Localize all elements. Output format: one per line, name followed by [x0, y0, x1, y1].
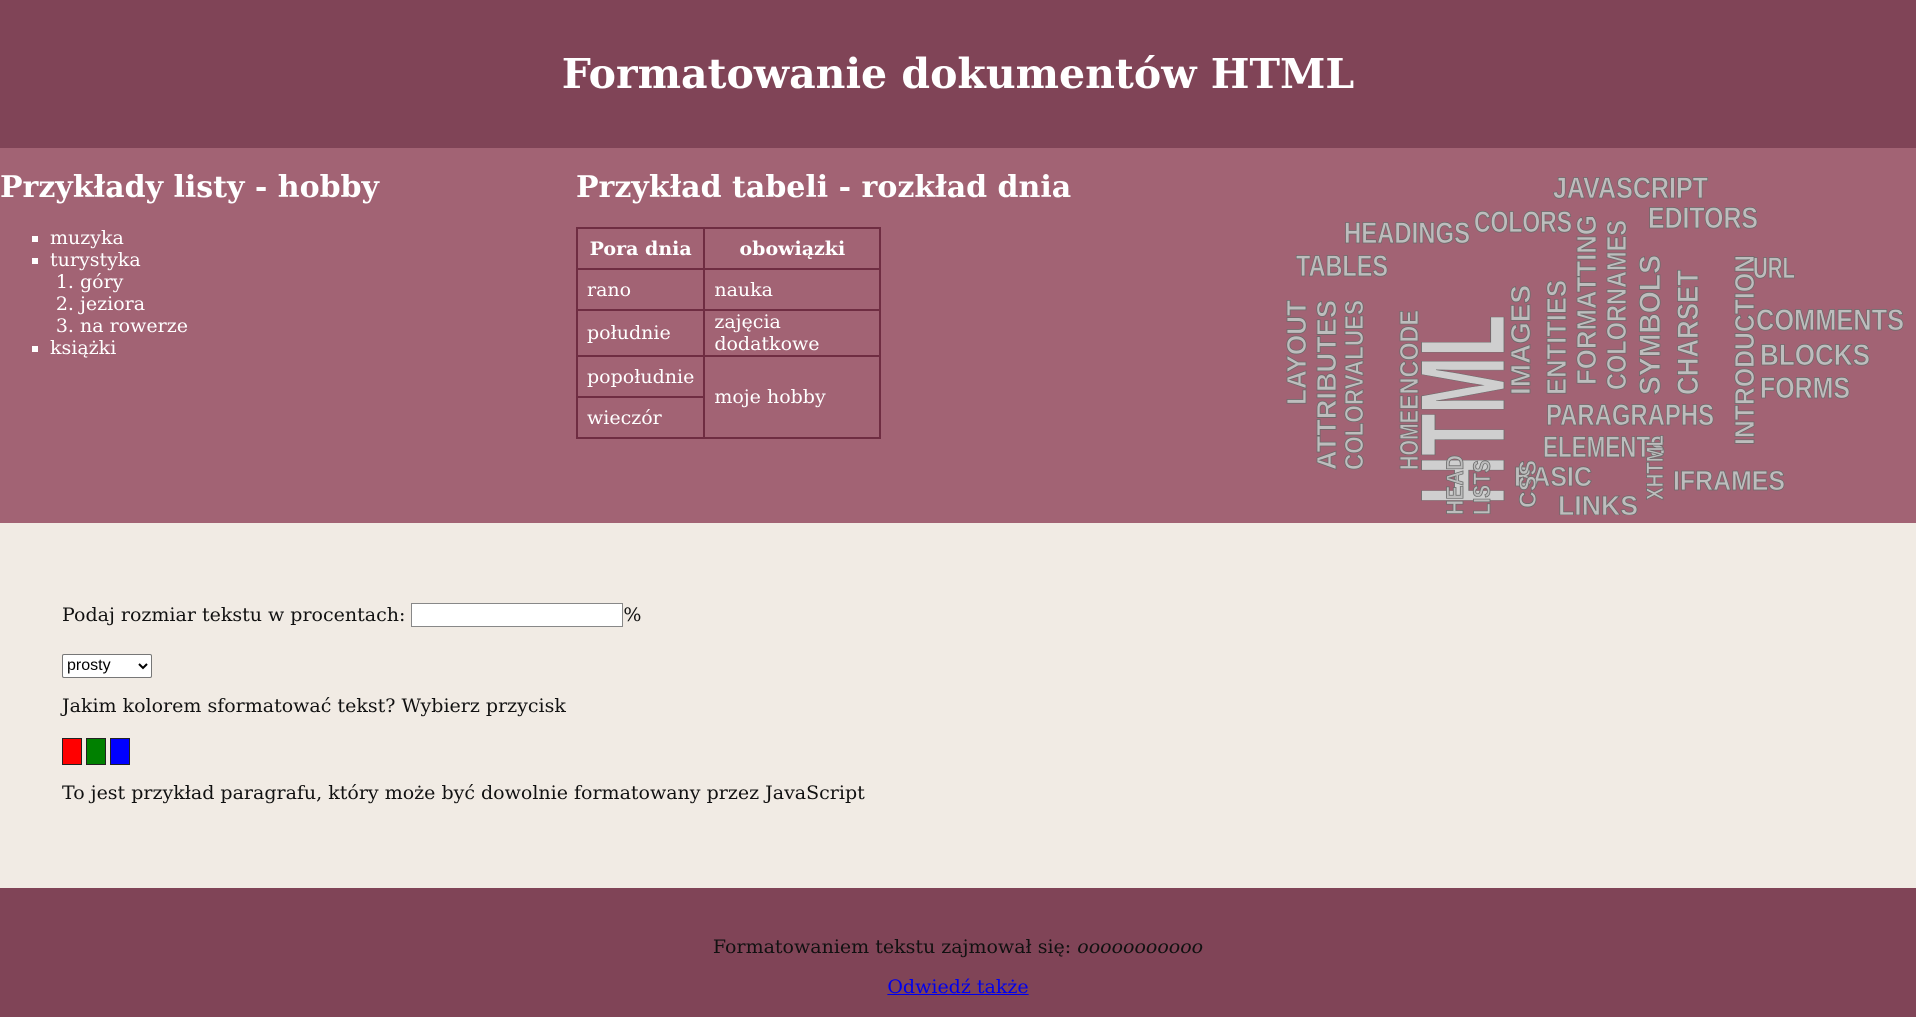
hobby-sublist: góry jeziora na rowerze — [50, 271, 560, 337]
cloud-word: FORMS — [1760, 372, 1850, 405]
list-item: turystyka góry jeziora na rowerze — [50, 249, 560, 337]
format-form-section: Podaj rozmiar tekstu w procentach: % pro… — [0, 523, 1916, 888]
list-item: książki — [50, 337, 560, 359]
cloud-word: SYMBOLS — [1634, 255, 1667, 395]
size-label: Podaj rozmiar tekstu w procentach: — [62, 604, 406, 626]
list-item-label: turystyka — [50, 249, 141, 271]
hobby-list-title: Przykłady listy - hobby — [0, 170, 379, 205]
page-title: Formatowanie dokumentów HTML — [561, 50, 1355, 98]
cloud-word: BLOCKS — [1760, 339, 1870, 372]
hobby-list: muzyka turystyka góry jeziora na rowerze… — [0, 227, 560, 359]
cloud-word: PARAGRAPHS — [1546, 399, 1714, 432]
author-line: Formatowaniem tekstu zajmował się: ooooo… — [0, 888, 1916, 958]
red-color-button[interactable] — [62, 738, 82, 765]
cloud-word: JAVASCRIPT — [1553, 172, 1708, 205]
cloud-word: XHTML — [1642, 435, 1669, 500]
cloud-word: IFRAMES — [1673, 465, 1785, 496]
style-select-row: prosty — [62, 653, 152, 678]
cloud-word: ENCODE — [1394, 310, 1424, 410]
sample-paragraph: To jest przykład paragrafu, który może b… — [62, 782, 865, 804]
table-cell: wieczór — [575, 396, 706, 439]
cloud-word: HEADINGS — [1344, 217, 1470, 250]
table-header-cell: obowiązki — [703, 227, 882, 270]
page-header: Formatowanie dokumentów HTML — [0, 0, 1916, 148]
cloud-word: CSS — [1515, 460, 1542, 508]
cloud-word: LINKS — [1558, 490, 1638, 515]
green-color-button[interactable] — [86, 738, 106, 765]
cloud-word: ENTITIES — [1541, 280, 1572, 395]
cloud-word: LISTS — [1469, 460, 1496, 515]
cloud-word: FORMATTING — [1571, 215, 1602, 385]
table-cell: południe — [575, 309, 706, 357]
visit-line: Odwiedź także — [0, 958, 1916, 998]
author-name: ooooooooooo — [1077, 936, 1204, 958]
cloud-word: TABLES — [1296, 250, 1388, 283]
list-item: na rowerze — [80, 315, 560, 337]
page-footer: Formatowaniem tekstu zajmował się: ooooo… — [0, 888, 1916, 1017]
cloud-word: HOME — [1394, 410, 1424, 470]
color-question: Jakim kolorem sformatować tekst? Wybierz… — [62, 695, 566, 717]
cloud-word: CHARSET — [1672, 270, 1705, 395]
table-cell: rano — [575, 268, 706, 311]
cloud-word: COMMENTS — [1756, 304, 1904, 337]
cloud-word: EDITORS — [1648, 202, 1758, 235]
list-item: muzyka — [50, 227, 560, 249]
cloud-word: IMAGES — [1505, 285, 1536, 395]
size-input[interactable] — [411, 603, 624, 627]
cloud-word: COLORVALUES — [1339, 300, 1369, 470]
table-row: rano nauka — [575, 268, 882, 311]
cloud-word: COLORNAMES — [1601, 220, 1632, 390]
table-cell: popołudnie — [575, 355, 706, 398]
author-label: Formatowaniem tekstu zajmował się: — [712, 936, 1072, 958]
cloud-word: COLORS — [1474, 206, 1572, 239]
cloud-word: INTRODUCTION — [1729, 255, 1760, 445]
size-row: Podaj rozmiar tekstu w procentach: % — [62, 603, 641, 627]
table-row: popołudnie moje hobby — [575, 355, 882, 439]
schedule-table: Pora dnia obowiązki rano nauka południe … — [575, 227, 882, 439]
style-select[interactable]: prosty — [62, 653, 152, 678]
html-word-cloud-image: JAVASCRIPT HEADINGS COLORS EDITORS TABLE… — [1268, 160, 1908, 522]
color-buttons — [62, 738, 130, 765]
schedule-section: Przykład tabeli - rozkład dnia Pora dnia… — [575, 170, 1072, 439]
cloud-word: HEAD — [1442, 455, 1469, 515]
cloud-word: LAYOUT — [1281, 300, 1312, 405]
word-cloud-svg: JAVASCRIPT HEADINGS COLORS EDITORS TABLE… — [1281, 172, 1905, 522]
list-item: jeziora — [80, 293, 560, 315]
table-cell: zajęcia dodatkowe — [703, 309, 882, 357]
blue-color-button[interactable] — [110, 738, 130, 765]
table-row: południe zajęcia dodatkowe — [575, 309, 882, 357]
table-cell: moje hobby — [703, 355, 882, 439]
content-section: Przykłady listy - hobby muzyka turystyka… — [0, 148, 1916, 523]
table-header-row: Pora dnia obowiązki — [575, 227, 882, 270]
table-cell: nauka — [703, 268, 882, 311]
visit-also-link[interactable]: Odwiedź także — [887, 976, 1028, 998]
cloud-word: ATTRIBUTES — [1311, 300, 1342, 470]
percent-sign: % — [623, 604, 642, 626]
schedule-title: Przykład tabeli - rozkład dnia — [576, 170, 1072, 205]
list-item: góry — [80, 271, 560, 293]
hobby-list-section: Przykłady listy - hobby muzyka turystyka… — [0, 170, 560, 359]
table-header-cell: Pora dnia — [575, 227, 706, 270]
